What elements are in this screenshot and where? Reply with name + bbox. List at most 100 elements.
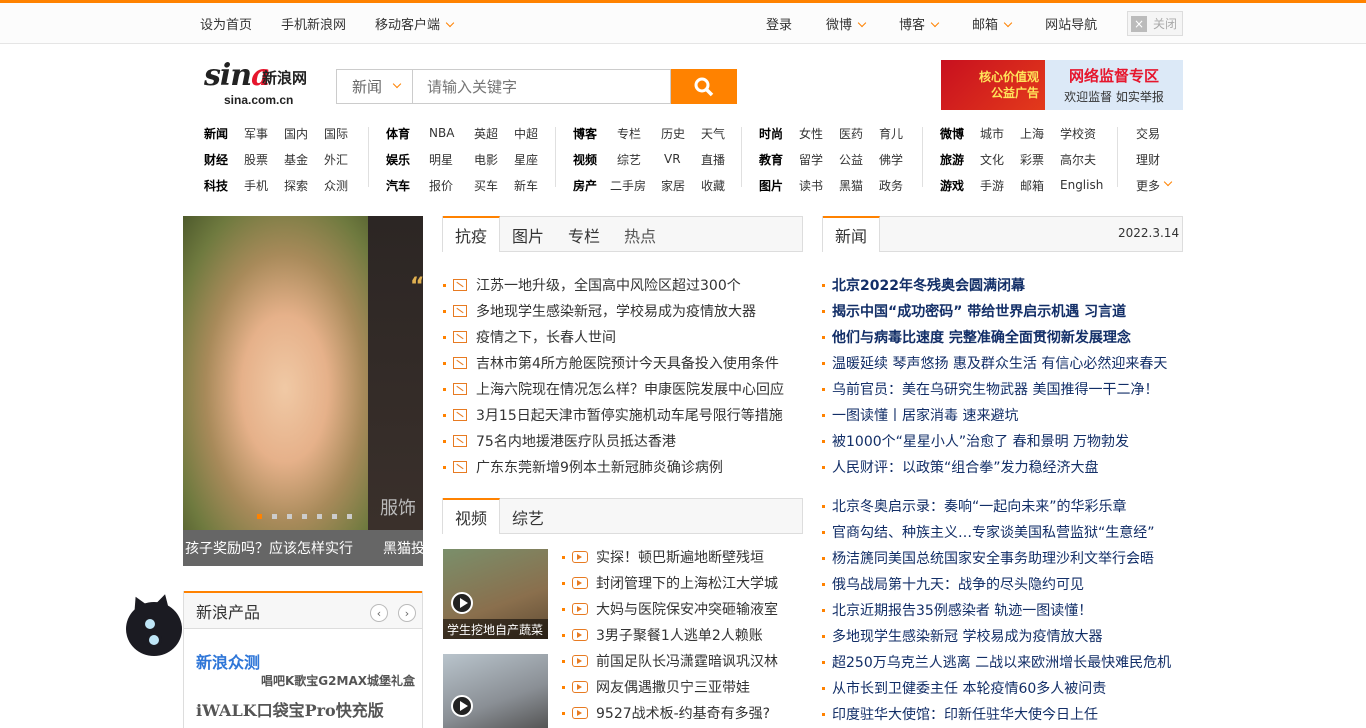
- nav-travel[interactable]: 旅游: [940, 151, 980, 168]
- list-item[interactable]: 北京冬奥启示录：奏响“一起向未来”的华彩乐章: [822, 493, 1183, 519]
- black-cat-mascot[interactable]: [120, 591, 186, 658]
- nav-news[interactable]: 新闻: [204, 125, 244, 142]
- news-link[interactable]: 75名内地援港医疗队员抵达香港: [476, 431, 676, 451]
- play-icon[interactable]: [451, 592, 473, 614]
- nav-auto[interactable]: 汽车: [386, 177, 429, 194]
- arrow-left-icon[interactable]: ‹: [370, 604, 388, 622]
- nav-charity[interactable]: 公益: [839, 151, 879, 168]
- nav-wealth[interactable]: 理财: [1136, 151, 1160, 168]
- list-item[interactable]: 大妈与医院保安冲突砸输液室: [562, 596, 802, 622]
- list-item[interactable]: 人民财评：以政策“组合拳”发力稳经济大盘: [822, 454, 1183, 480]
- news-link[interactable]: 俄乌战局第十九天：战争的尽头隐约可见: [832, 574, 1084, 594]
- news-link[interactable]: 官商勾结、种族主义…专家谈美国私营监狱“生意经”: [832, 522, 1155, 542]
- nav-secondhand[interactable]: 二手房: [610, 177, 661, 194]
- nav-nba[interactable]: NBA: [429, 126, 474, 140]
- nav-weather[interactable]: 天气: [701, 125, 725, 142]
- news-link[interactable]: 北京冬奥启示录：奏响“一起向未来”的华彩乐章: [832, 496, 1127, 516]
- nav-csl[interactable]: 中超: [514, 125, 538, 142]
- list-item[interactable]: 多地现学生感染新冠，学校易成为疫情放大器: [443, 298, 803, 324]
- list-item[interactable]: 多地现学生感染新冠 学校易成为疫情放大器: [822, 623, 1183, 649]
- list-item[interactable]: 被1000个“星星小人”治愈了 春和景明 万物勃发: [822, 428, 1183, 454]
- tab-columns[interactable]: 专栏: [556, 217, 612, 252]
- nav-gov[interactable]: 政务: [879, 177, 903, 194]
- video-link[interactable]: 实探！顿巴斯遍地断壁残垣: [596, 547, 764, 567]
- nav-video[interactable]: 视频: [573, 151, 617, 168]
- news-link[interactable]: 一图读懂丨居家消毒 速来避坑: [832, 405, 1018, 425]
- list-item[interactable]: 从市长到卫健委主任 本轮疫情60多人被问责: [822, 675, 1183, 701]
- list-item[interactable]: 俄乌战局第十九天：战争的尽头隐约可见: [822, 571, 1183, 597]
- blog-menu[interactable]: 博客: [899, 14, 940, 33]
- search-button[interactable]: [671, 69, 737, 104]
- headline-item[interactable]: 北京2022年冬残奥会圆满闭幕: [822, 272, 1183, 298]
- nav-stars[interactable]: 明星: [429, 151, 474, 168]
- nav-women[interactable]: 女性: [799, 125, 839, 142]
- news-link[interactable]: 上海六院现在情况怎么样？申康医院发展中心回应: [476, 379, 784, 399]
- news-link[interactable]: 从市长到卫健委主任 本轮疫情60多人被问责: [832, 678, 1106, 698]
- list-item[interactable]: 江苏一地升级，全国高中风险区超过300个: [443, 272, 803, 298]
- video-link[interactable]: 封闭管理下的上海松江大学城: [596, 573, 778, 593]
- nav-finance[interactable]: 财经: [204, 151, 244, 168]
- tab-hot[interactable]: 热点: [612, 217, 668, 252]
- nav-domestic[interactable]: 国内: [284, 125, 324, 142]
- tab-covid[interactable]: 抗疫: [443, 216, 501, 252]
- nav-newcar[interactable]: 新车: [514, 177, 538, 194]
- video-thumbnail[interactable]: 学生挖地自产蔬菜: [443, 549, 548, 639]
- slider-dot[interactable]: [317, 514, 322, 519]
- product-crowdtest[interactable]: 新浪众测: [196, 649, 260, 673]
- nav-collect[interactable]: 收藏: [701, 177, 725, 194]
- nav-live[interactable]: 直播: [701, 151, 725, 168]
- nav-variety[interactable]: 综艺: [617, 151, 664, 168]
- news-link[interactable]: 温暖延续 琴声悠扬 惠及群众生活 有信心必然迎来春天: [832, 353, 1167, 373]
- nav-parenting[interactable]: 育儿: [879, 125, 903, 142]
- video-link[interactable]: 9527战术板-约基奇有多强?: [596, 703, 770, 723]
- nav-stocks[interactable]: 股票: [244, 151, 284, 168]
- ad-supervision-banner[interactable]: 网络监督专区 欢迎监督 如实举报: [1045, 60, 1183, 110]
- nav-weibo[interactable]: 微博: [940, 125, 980, 142]
- nav-fashion[interactable]: 时尚: [759, 125, 799, 142]
- search-category-select[interactable]: 新闻: [336, 69, 412, 104]
- nav-edu[interactable]: 教育: [759, 151, 799, 168]
- site-nav-link[interactable]: 网站导航: [1045, 14, 1097, 33]
- nav-ent[interactable]: 娱乐: [386, 151, 429, 168]
- mobile-client-menu[interactable]: 移动客户端: [375, 14, 455, 33]
- headline-item[interactable]: 他们与病毒比速度 完整准确全面贯彻新发展理念: [822, 324, 1183, 350]
- nav-buddhism[interactable]: 佛学: [879, 151, 903, 168]
- news-link[interactable]: 超250万乌克兰人逃离 二战以来欧洲增长最快难民危机: [832, 652, 1171, 672]
- mail-menu[interactable]: 邮箱: [972, 14, 1013, 33]
- nav-house[interactable]: 房产: [573, 177, 610, 194]
- nav-phones[interactable]: 手机: [244, 177, 284, 194]
- set-homepage-link[interactable]: 设为首页: [200, 14, 252, 33]
- nav-movies[interactable]: 电影: [474, 151, 514, 168]
- nav-prices[interactable]: 报价: [429, 177, 474, 194]
- photo-slider[interactable]: “ 服饰 孩子奖励吗？应该怎样实行 黑猫投: [183, 216, 423, 566]
- nav-explore[interactable]: 探索: [284, 177, 324, 194]
- news-link[interactable]: 人民财评：以政策“组合拳”发力稳经济大盘: [832, 457, 1099, 477]
- nav-books[interactable]: 读书: [799, 177, 839, 194]
- headline-link[interactable]: 北京2022年冬残奥会圆满闭幕: [832, 275, 1025, 295]
- video-link[interactable]: 网友偶遇撒贝宁三亚带娃: [596, 677, 750, 697]
- nav-forex[interactable]: 外汇: [324, 151, 348, 168]
- list-item[interactable]: 疫情之下，长春人世间: [443, 324, 803, 350]
- tab-photos[interactable]: 图片: [500, 217, 556, 252]
- login-link[interactable]: 登录: [766, 14, 792, 33]
- news-link[interactable]: 3月15日起天津市暂停实施机动车尾号限行等措施: [476, 405, 783, 425]
- video-thumbnail[interactable]: [443, 654, 548, 728]
- list-item[interactable]: 3月15日起天津市暂停实施机动车尾号限行等措施: [443, 402, 803, 428]
- slider-dot[interactable]: [332, 514, 337, 519]
- slide-caption[interactable]: 孩子奖励吗？应该怎样实行 黑猫投: [183, 530, 423, 566]
- list-item[interactable]: 杨洁篪同美国总统国家安全事务助理沙利文举行会晤: [822, 545, 1183, 571]
- sina-logo[interactable]: sina 新浪网 sina.com.cn: [204, 58, 314, 108]
- list-item[interactable]: 吉林市第4所方舱医院预计今天具备投入使用条件: [443, 350, 803, 376]
- play-icon[interactable]: [451, 695, 473, 717]
- close-button[interactable]: × 关闭: [1127, 11, 1183, 36]
- nav-column[interactable]: 专栏: [617, 125, 661, 142]
- news-link[interactable]: 印度驻华大使馆：印新任驻华大使今日上任: [832, 704, 1098, 724]
- list-item[interactable]: 超250万乌克兰人逃离 二战以来欧洲增长最快难民危机: [822, 649, 1183, 675]
- nav-more[interactable]: 更多: [1136, 177, 1160, 194]
- news-link[interactable]: 广东东莞新增9例本土新冠肺炎确诊病例: [476, 457, 723, 477]
- news-link[interactable]: 北京近期报告35例感染者 轨迹一图读懂！: [832, 600, 1092, 620]
- nav-games[interactable]: 游戏: [940, 177, 980, 194]
- tab-variety[interactable]: 综艺: [500, 499, 556, 534]
- product-iwalk[interactable]: iWALK口袋宝Pro快充版: [196, 697, 384, 721]
- nav-epl[interactable]: 英超: [474, 125, 514, 142]
